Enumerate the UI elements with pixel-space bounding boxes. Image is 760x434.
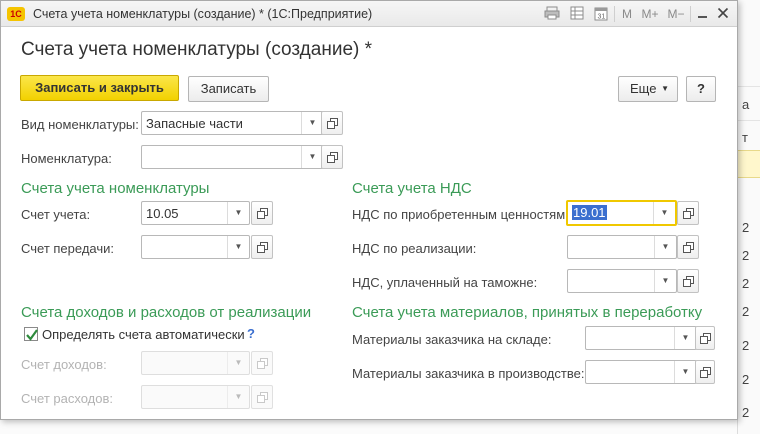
account-field[interactable]: 10.05 ▼ (141, 201, 250, 225)
auto-accounts-label[interactable]: Определять счета автоматически (42, 327, 245, 342)
minimize-icon[interactable] (696, 6, 710, 22)
background-cell: 2 (742, 405, 750, 420)
vat-purchased-label: НДС по приобретенным ценностям: (352, 207, 569, 222)
account-label: Счет учета: (21, 207, 91, 222)
background-cell: т (742, 130, 748, 145)
kind-value: Запасные части (146, 116, 243, 131)
background-cell: 2 (742, 304, 750, 319)
dropdown-arrow-icon[interactable]: ▼ (301, 146, 323, 168)
background-list: а т 2 2 2 2 2 2 2 (737, 0, 760, 434)
auto-accounts-checkbox[interactable] (24, 327, 38, 341)
open-icon[interactable] (251, 235, 273, 259)
open-icon (251, 385, 273, 409)
dropdown-arrow-icon[interactable]: ▼ (227, 236, 249, 258)
more-label: Еще (630, 81, 657, 96)
open-icon[interactable] (695, 360, 715, 384)
income-account-field[interactable]: ▼ (141, 351, 250, 375)
dropdown-arrow-icon[interactable]: ▼ (653, 202, 675, 224)
dropdown-arrow-icon[interactable]: ▼ (654, 236, 676, 258)
dropdown-arrow-icon[interactable]: ▼ (227, 202, 249, 224)
background-cell: 2 (742, 220, 750, 235)
open-icon[interactable] (251, 201, 273, 225)
svg-text:31: 31 (598, 14, 606, 21)
transfer-field[interactable]: ▼ (141, 235, 250, 259)
background-cell: а (742, 97, 750, 112)
open-icon (251, 351, 273, 375)
vat-sales-field[interactable]: ▼ (567, 235, 677, 259)
section-materials: Счета учета материалов, принятых в перер… (352, 304, 703, 321)
dropdown-arrow-icon[interactable]: ▼ (654, 270, 676, 292)
open-icon[interactable] (677, 269, 699, 293)
app-logo-icon: 1C (7, 7, 25, 21)
dropdown-arrow-icon: ▼ (227, 352, 249, 374)
spreadsheet-icon[interactable] (568, 6, 586, 22)
vat-sales-label: НДС по реализации: (352, 241, 477, 256)
dialog-window: 1C Счета учета номенклатуры (создание) *… (0, 0, 738, 420)
section-item-accounts: Счета учета номенклатуры (21, 180, 210, 197)
section-vat-accounts: Счета учета НДС (352, 180, 472, 197)
print-icon[interactable] (543, 6, 561, 22)
dropdown-arrow-icon[interactable]: ▼ (301, 112, 323, 134)
window-title: Счета учета номенклатуры (создание) * (1… (33, 7, 373, 21)
vat-customs-field[interactable]: ▼ (567, 269, 677, 293)
background-cell: 2 (742, 276, 750, 291)
item-field[interactable]: ▼ (141, 145, 324, 169)
expense-account-label: Счет расходов: (21, 391, 113, 406)
background-cell: 2 (742, 338, 750, 353)
memory-minus-button[interactable]: M− (665, 6, 687, 22)
materials-warehouse-field[interactable]: ▼ (585, 326, 697, 350)
dropdown-arrow-icon[interactable]: ▼ (674, 327, 696, 349)
section-income-expense: Счета доходов и расходов от реализации (21, 304, 312, 321)
account-value: 10.05 (146, 206, 179, 221)
background-cell: 2 (742, 372, 750, 387)
kind-label: Вид номенклатуры: (21, 117, 139, 132)
dropdown-arrow-icon: ▼ (227, 386, 249, 408)
income-account-label: Счет доходов: (21, 357, 107, 372)
materials-warehouse-label: Материалы заказчика на складе: (352, 332, 552, 347)
help-icon[interactable]: ? (247, 326, 255, 341)
form-title: Счета учета номенклатуры (создание) * (21, 39, 373, 60)
save-and-close-button[interactable]: Записать и закрыть (20, 75, 179, 101)
calendar-icon[interactable]: 31 (592, 6, 610, 22)
materials-production-label: Материалы заказчика в производстве: (352, 366, 585, 381)
more-menu-button[interactable]: Еще ▼ (618, 76, 678, 102)
background-cell: 2 (742, 248, 750, 263)
open-icon[interactable] (677, 235, 699, 259)
vat-purchased-value: 19.01 (572, 205, 607, 220)
close-icon[interactable] (716, 6, 730, 22)
memory-plus-button[interactable]: M+ (639, 6, 661, 22)
open-icon[interactable] (321, 111, 343, 135)
transfer-label: Счет передачи: (21, 241, 114, 256)
memory-button[interactable]: M (620, 6, 634, 22)
item-label: Номенклатура: (21, 151, 112, 166)
open-icon[interactable] (677, 201, 699, 225)
materials-production-field[interactable]: ▼ (585, 360, 697, 384)
save-button[interactable]: Записать (188, 76, 269, 102)
expense-account-field[interactable]: ▼ (141, 385, 250, 409)
open-icon[interactable] (321, 145, 343, 169)
open-icon[interactable] (695, 326, 715, 350)
vat-customs-label: НДС, уплаченный на таможне: (352, 275, 538, 290)
title-bar: 1C Счета учета номенклатуры (создание) *… (1, 1, 737, 27)
kind-field[interactable]: Запасные части ▼ (141, 111, 324, 135)
chevron-down-icon: ▼ (661, 84, 669, 93)
background-strip (0, 419, 737, 434)
dropdown-arrow-icon[interactable]: ▼ (674, 361, 696, 383)
help-button[interactable]: ? (686, 76, 716, 102)
vat-purchased-field[interactable]: 19.01 ▼ (566, 200, 677, 226)
